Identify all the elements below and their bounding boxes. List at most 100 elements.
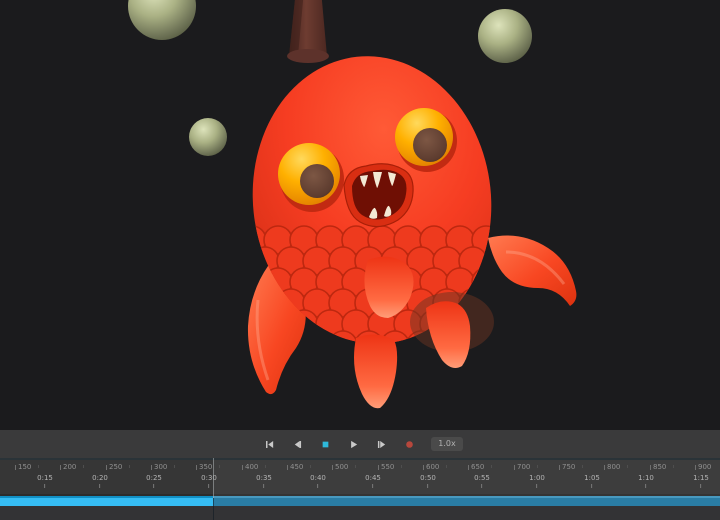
record-icon [404,439,415,450]
frame-tick-label: 900 [698,464,711,471]
frame-tick-mark [604,465,605,470]
time-tick-label: 0:45 [365,474,381,482]
time-tick-label: 0:40 [310,474,326,482]
frame-tick-mark [378,465,379,470]
frame-minor-tick [129,465,130,468]
previous-frame-button[interactable] [285,433,309,455]
time-tick-1:15: 1:15 [693,474,709,488]
stop-icon [320,439,331,450]
time-tick-label: 0:30 [201,474,217,482]
time-tick-mark [372,484,373,488]
play-icon [348,439,359,450]
stop-button[interactable] [313,433,337,455]
frame-tick-mark [468,465,469,470]
bottom-status-strip [0,506,720,520]
time-tick-label: 0:35 [256,474,272,482]
playback-speed-button[interactable]: 1.0x [431,437,462,451]
frame-tick-label: 300 [154,464,167,471]
time-tick-mark [481,484,482,488]
animation-player-window: 1.0x 15020025030035040045050055060065070… [0,0,720,520]
frame-tick-800: 800 [604,464,620,471]
time-tick-mark [700,484,701,488]
frame-tick-label: 400 [245,464,258,471]
frame-minor-tick [355,465,356,468]
frame-tick-750: 750 [559,464,575,471]
frame-tick-mark [650,465,651,470]
time-tick-0:20: 0:20 [92,474,108,488]
frame-tick-250: 250 [106,464,122,471]
time-tick-label: 0:50 [420,474,436,482]
frame-tick-650: 650 [468,464,484,471]
frame-tick-700: 700 [514,464,530,471]
time-tick-mark [153,484,154,488]
frame-tick-label: 650 [471,464,484,471]
playhead-line-bar [213,498,214,520]
frame-minor-tick [627,465,628,468]
frame-minor-tick [673,465,674,468]
timeline-progress-track[interactable] [0,496,720,506]
frame-tick-label: 250 [109,464,122,471]
preview-stage [0,0,720,430]
frame-tick-450: 450 [287,464,303,471]
time-tick-label: 1:05 [584,474,600,482]
frame-minor-tick [537,465,538,468]
frame-tick-mark [559,465,560,470]
frame-tick-550: 550 [378,464,394,471]
time-tick-0:35: 0:35 [256,474,272,488]
frame-tick-label: 500 [335,464,348,471]
time-tick-label: 0:55 [474,474,490,482]
frame-minor-tick [446,465,447,468]
frame-tick-150: 150 [15,464,31,471]
time-tick-mark [263,484,264,488]
playhead[interactable] [213,458,214,520]
frame-tick-400: 400 [242,464,258,471]
stage-canvas [0,0,720,430]
timeline-ruler[interactable]: 1502002503003504004505005506006507007508… [0,460,720,496]
frame-tick-850: 850 [650,464,666,471]
frame-tick-mark [151,465,152,470]
transport-buttons [257,433,421,455]
frame-minor-tick [174,465,175,468]
frame-tick-500: 500 [332,464,348,471]
frame-minor-tick [219,465,220,468]
skip-to-start-button[interactable] [257,433,281,455]
time-tick-0:30: 0:30 [201,474,217,488]
frame-tick-200: 200 [60,464,76,471]
frame-tick-mark [514,465,515,470]
frame-tick-600: 600 [423,464,439,471]
frame-minor-tick [491,465,492,468]
time-tick-0:25: 0:25 [146,474,162,488]
frame-minor-tick [582,465,583,468]
frame-tick-300: 300 [151,464,167,471]
time-tick-0:40: 0:40 [310,474,326,488]
frame-tick-mark [106,465,107,470]
time-tick-mark [645,484,646,488]
frame-tick-900: 900 [695,464,711,471]
timeline-progress-fill [0,496,213,506]
time-tick-label: 1:10 [638,474,654,482]
frame-tick-mark [196,465,197,470]
time-tick-0:55: 0:55 [474,474,490,488]
frame-tick-label: 550 [381,464,394,471]
frame-minor-tick [401,465,402,468]
frame-minor-tick [38,465,39,468]
next-frame-button[interactable] [369,433,393,455]
time-tick-0:50: 0:50 [420,474,436,488]
time-tick-label: 0:25 [146,474,162,482]
time-tick-1:05: 1:05 [584,474,600,488]
frame-tick-label: 600 [426,464,439,471]
time-tick-mark [536,484,537,488]
time-tick-label: 0:15 [37,474,53,482]
step-forward-icon [376,439,387,450]
playhead-line-ruler [213,458,214,498]
frame-tick-mark [332,465,333,470]
time-tick-mark [99,484,100,488]
frame-tick-label: 850 [653,464,666,471]
frame-tick-mark [695,465,696,470]
bubble [478,9,532,63]
time-tick-0:45: 0:45 [365,474,381,488]
bubble [189,118,227,156]
frame-minor-tick [265,465,266,468]
play-button[interactable] [341,433,365,455]
record-button[interactable] [397,433,421,455]
